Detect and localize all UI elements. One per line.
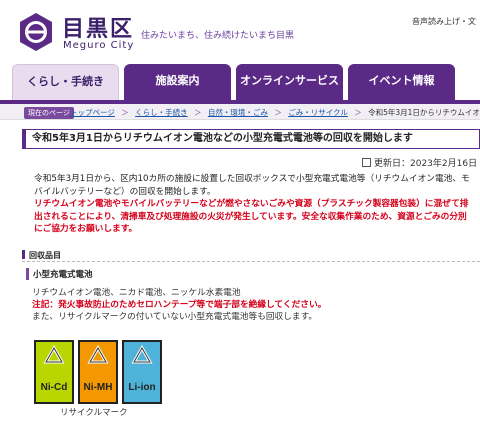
- subsection-heading: 小型充電式電池: [26, 268, 93, 280]
- breadcrumb-link-living[interactable]: くらし・手続き: [135, 108, 188, 117]
- site-tagline: 住みたいまち、住み続けたいまち目黒: [141, 31, 295, 41]
- breadcrumb-separator: ＞: [194, 108, 202, 117]
- site-header: 目黒区 Meguro City 住みたいまち、住み続けたいまち目黒 音声読み上げ…: [0, 0, 480, 62]
- breadcrumb: 現在のページ トップページ ＞ くらし・手続き ＞ 自然・環境・ごみ ＞ ごみ・…: [0, 104, 480, 120]
- breadcrumb-separator: ＞: [121, 108, 129, 117]
- warning-text: リチウムイオン電池やモバイルバッテリーなどが燃やさないごみや資源（プラスチック製…: [34, 199, 469, 234]
- recycle-arrows-icon: [87, 344, 109, 364]
- recycle-mark-nicd: Ni-Cd: [34, 340, 74, 404]
- battery-types: リチウムイオン電池、ニカド電池、ニッケル水素電池: [32, 288, 241, 298]
- breadcrumb-separator: ＞: [354, 108, 362, 117]
- text-to-speech-link[interactable]: 音声読み上げ・文: [412, 16, 476, 27]
- recycle-mark-label: Ni-MH: [83, 382, 113, 393]
- nav-tab-living[interactable]: くらし・手続き: [12, 64, 119, 100]
- site-logo-text[interactable]: 目黒区: [62, 11, 134, 43]
- breadcrumb-separator: ＞: [274, 108, 282, 117]
- recycle-mark-label: Li-ion: [128, 382, 156, 393]
- global-nav: くらし・手続き 施設案内 オンラインサービス イベント情報: [0, 62, 480, 100]
- intro-paragraph: 令和5年3月1日から、区内10カ所の施設に設置した回収ボックスで小型充電式電池等…: [34, 173, 474, 236]
- breadcrumb-link-environment[interactable]: 自然・環境・ごみ: [208, 108, 268, 117]
- breadcrumb-current-page: 令和5年3月1日からリチウムイオン電池: [368, 108, 480, 117]
- recycle-arrows-icon: [131, 344, 153, 364]
- heading-bar: [22, 250, 25, 259]
- unmarked-batteries-note: また、リサイクルマークの付いていない小型充電式電池等も回収します。: [32, 312, 318, 322]
- calendar-icon: [362, 158, 371, 167]
- page-title: 令和5年3月1日からリチウムイオン電池などの小型充電式電池等の回収を開始します: [22, 129, 480, 149]
- site-logo-subtitle: Meguro City: [63, 40, 135, 51]
- recycle-mark-caption: リサイクルマーク: [60, 408, 128, 418]
- recycle-mark-label: Ni-Cd: [40, 382, 68, 393]
- nav-tab-online-services[interactable]: オンラインサービス: [236, 64, 343, 100]
- section-heading-text: 回収品目: [29, 251, 61, 260]
- insulation-note: 注記：発火事故防止のためセロハンテープ等で端子部を絶縁してください。: [32, 300, 327, 310]
- nav-tab-events[interactable]: イベント情報: [348, 64, 455, 100]
- breadcrumb-current-label: 現在のページ: [24, 107, 74, 119]
- recycle-mark-nimh: Ni-MH: [78, 340, 118, 404]
- nav-tab-facilities[interactable]: 施設案内: [124, 64, 231, 100]
- recycle-marks: Ni-Cd Ni-MH Li-ion: [34, 340, 164, 406]
- section-heading: 回収品目: [22, 250, 480, 262]
- intro-text: 令和5年3月1日から、区内10カ所の施設に設置した回収ボックスで小型充電式電池等…: [34, 174, 470, 197]
- updated-date-text: 更新日：2023年2月16日: [374, 159, 478, 169]
- recycle-arrows-icon: [43, 344, 65, 364]
- meguro-emblem-icon[interactable]: [18, 12, 54, 52]
- breadcrumb-link-top[interactable]: トップページ: [70, 108, 115, 117]
- breadcrumb-link-garbage[interactable]: ごみ・リサイクル: [288, 108, 348, 117]
- updated-date: 更新日：2023年2月16日: [362, 156, 477, 169]
- recycle-mark-liion: Li-ion: [122, 340, 162, 404]
